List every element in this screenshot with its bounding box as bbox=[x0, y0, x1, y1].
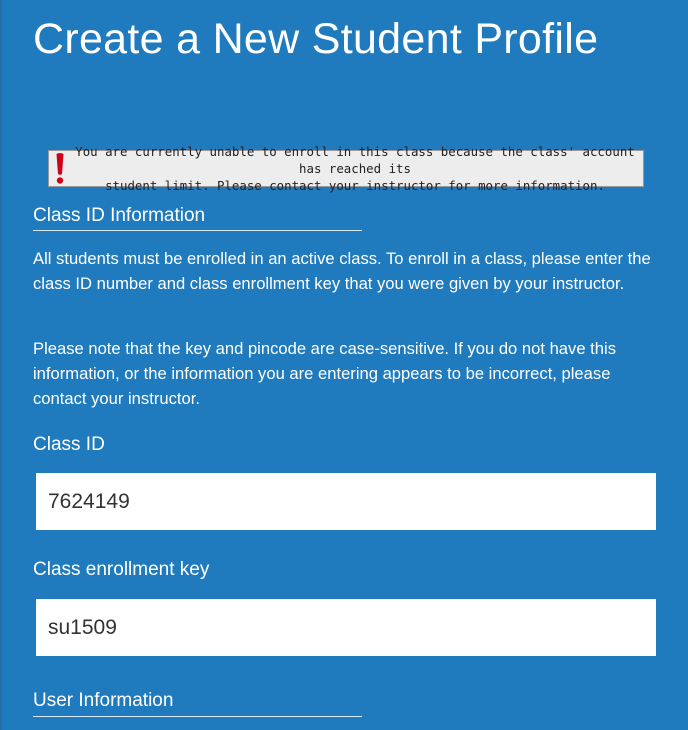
user-info-section-divider bbox=[33, 716, 362, 717]
alert-message-line-2: student limit. Please contact your instr… bbox=[105, 178, 605, 193]
exclamation-icon bbox=[49, 151, 71, 186]
enrollment-key-input[interactable] bbox=[36, 599, 656, 656]
case-sensitivity-note: Please note that the key and pincode are… bbox=[33, 339, 616, 408]
class-enrollment-intro: All students must be enrolled in an acti… bbox=[33, 249, 651, 293]
user-info-section-heading: User Information bbox=[33, 690, 174, 711]
alert-message-line-1: You are currently unable to enroll in th… bbox=[75, 144, 635, 176]
class-id-input[interactable] bbox=[36, 473, 656, 530]
class-id-label: Class ID bbox=[33, 434, 105, 455]
page-title: Create a New Student Profile bbox=[33, 15, 599, 63]
class-id-section-heading: Class ID Information bbox=[33, 205, 206, 226]
enrollment-error-alert: You are currently unable to enroll in th… bbox=[48, 144, 644, 193]
class-id-section-divider bbox=[33, 230, 362, 231]
page: Create a New Student Profile You are cur… bbox=[0, 0, 688, 730]
alert-message: You are currently unable to enroll in th… bbox=[71, 143, 643, 194]
enrollment-key-label: Class enrollment key bbox=[33, 559, 210, 580]
